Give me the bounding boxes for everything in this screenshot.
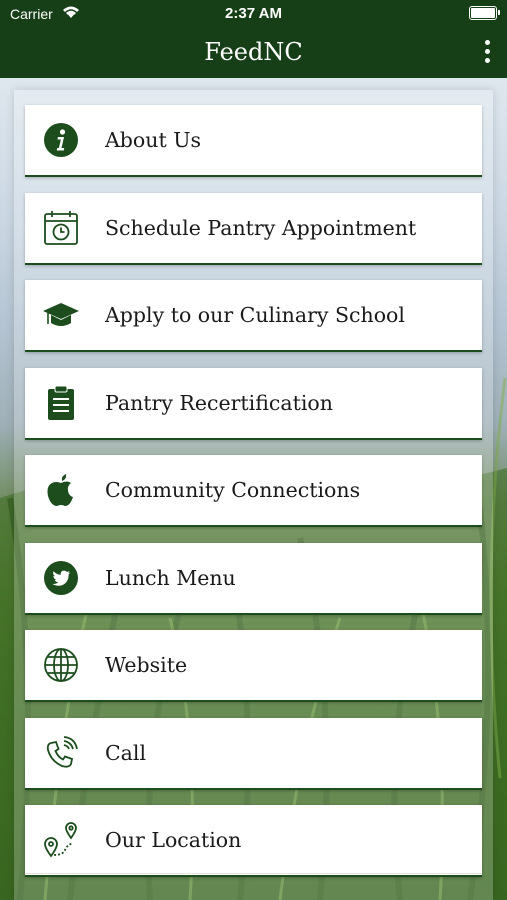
- info-icon: [43, 122, 79, 158]
- menu-item-label: Our Location: [105, 828, 242, 852]
- menu-item-label: Apply to our Culinary School: [105, 303, 405, 327]
- menu-item-label: Website: [105, 653, 188, 677]
- page-title: FeedNC: [204, 38, 303, 66]
- menu-item-lunch-menu[interactable]: Lunch Menu: [25, 542, 482, 615]
- main-menu: About Us Schedule Pantry Appointment App…: [25, 105, 482, 893]
- battery-icon: [469, 6, 500, 20]
- menu-item-schedule-appointment[interactable]: Schedule Pantry Appointment: [25, 192, 482, 265]
- menu-item-label: Pantry Recertification: [105, 390, 333, 415]
- more-options-icon[interactable]: [483, 40, 491, 66]
- menu-item-call[interactable]: Call: [25, 717, 482, 790]
- apple-icon: [43, 472, 79, 508]
- menu-item-label: Schedule Pantry Appointment: [105, 215, 417, 240]
- menu-item-culinary-school[interactable]: Apply to our Culinary School: [25, 280, 482, 352]
- status-time: 2:37 AM: [225, 5, 282, 22]
- menu-item-about-us[interactable]: About Us: [25, 105, 482, 177]
- menu-item-label: About Us: [105, 128, 202, 152]
- clipboard-icon: [43, 385, 79, 421]
- graduation-cap-icon: [43, 297, 79, 333]
- status-bar: Carrier 2:37 AM: [0, 0, 507, 30]
- divider: [25, 873, 482, 874]
- globe-icon: [43, 647, 79, 683]
- calendar-clock-icon: [43, 210, 79, 246]
- menu-item-pantry-recertification[interactable]: Pantry Recertification: [25, 367, 482, 440]
- phone-icon: [43, 735, 79, 771]
- menu-item-label: Community Connections: [105, 478, 361, 502]
- menu-item-our-location[interactable]: Our Location: [25, 805, 482, 877]
- menu-item-label: Call: [105, 740, 147, 765]
- navigation-bar: FeedNC: [0, 30, 507, 78]
- twitter-icon: [43, 560, 79, 596]
- menu-item-website[interactable]: Website: [25, 630, 482, 702]
- menu-item-community-connections[interactable]: Community Connections: [25, 455, 482, 527]
- menu-item-label: Lunch Menu: [105, 565, 236, 590]
- map-route-icon: [43, 822, 79, 858]
